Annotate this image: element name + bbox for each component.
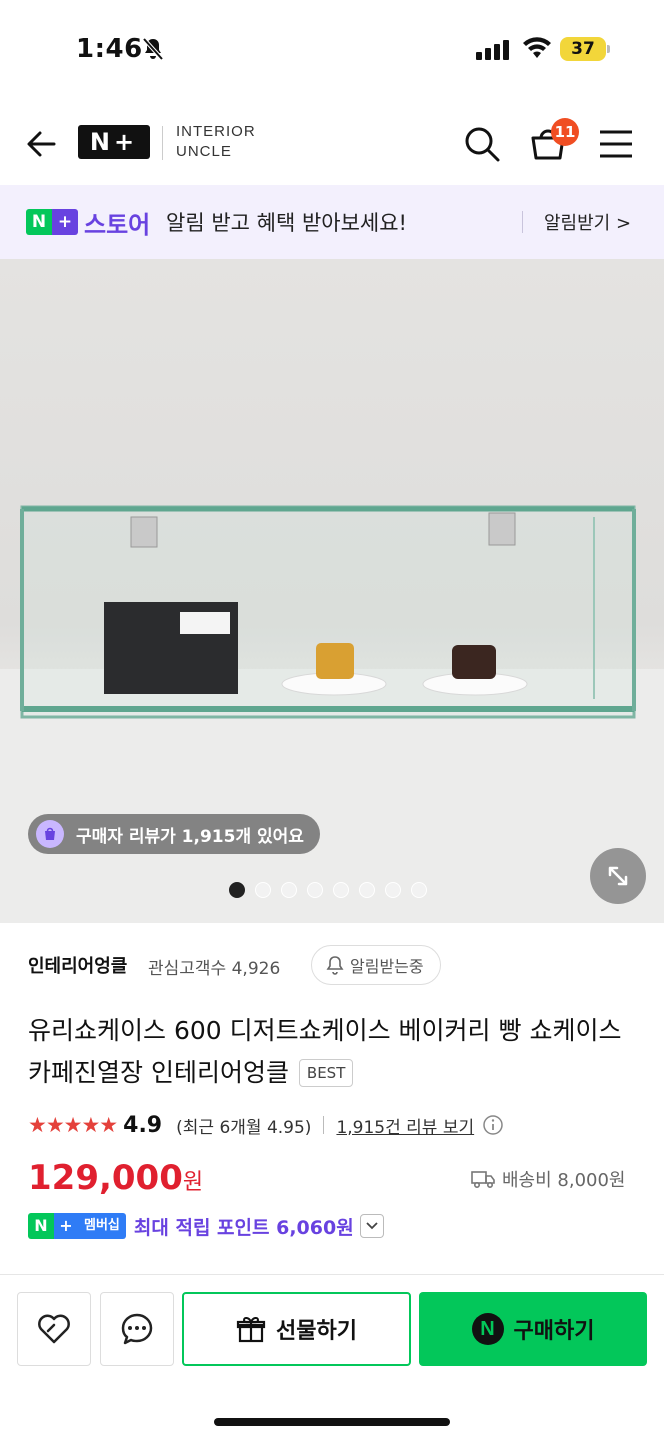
carousel-dot[interactable] xyxy=(411,882,427,898)
bell-check-icon xyxy=(326,956,344,975)
follower-count: 관심고객수 4,926 xyxy=(148,959,281,979)
membership-points[interactable]: N + 멤버십 최대 적립 포인트 6,060원 xyxy=(28,1212,384,1240)
carousel-dot[interactable] xyxy=(359,882,375,898)
rating-divider xyxy=(323,1116,325,1134)
gift-button-label: 선물하기 xyxy=(276,1319,357,1344)
notification-toggle-label: 알림받는중 xyxy=(350,957,424,976)
seller-name[interactable]: 인테리어엉클 xyxy=(28,952,127,978)
expand-points-button[interactable] xyxy=(359,1214,384,1238)
notification-banner[interactable]: N + 스토어 알림 받고 혜택 받아보세요! 알림받기 > xyxy=(0,185,664,259)
buy-button-label: 구매하기 xyxy=(513,1319,595,1344)
n-plus-badge: N + xyxy=(26,209,78,235)
chevron-down-icon xyxy=(366,1222,378,1230)
cart-count-badge: 11 xyxy=(551,118,579,146)
review-count-pill[interactable]: 구매자 리뷰가 1,915개 있어요 xyxy=(28,814,320,854)
truck-icon xyxy=(471,1171,495,1189)
get-notifications-link[interactable]: 알림받기 > xyxy=(544,209,631,235)
banner-divider xyxy=(522,211,523,233)
expand-image-button[interactable] xyxy=(590,848,646,904)
carousel-dot[interactable] xyxy=(385,882,401,898)
home-indicator xyxy=(214,1418,450,1426)
purple-bag-icon xyxy=(36,820,64,848)
battery-tip xyxy=(607,45,610,53)
recent-rating: (최근 6개월 4.95) xyxy=(176,1117,312,1138)
heart-outline-icon xyxy=(38,1314,70,1344)
banner-message: 알림 받고 혜택 받아보세요! xyxy=(166,211,407,235)
wishlist-button[interactable] xyxy=(17,1292,91,1366)
product-title: 유리쇼케이스 600 디저트쇼케이스 베이커리 빵 쇼케이스 카페진열장 인테리… xyxy=(28,1010,638,1094)
wifi-icon xyxy=(523,37,551,58)
carousel-indicator xyxy=(229,882,427,898)
review-pill-text: 구매자 리뷰가 1,915개 있어요 xyxy=(76,826,304,847)
carousel-dot[interactable] xyxy=(255,882,271,898)
hamburger-menu-icon[interactable] xyxy=(598,128,634,160)
search-icon[interactable] xyxy=(462,124,502,164)
price-value: 129,000 xyxy=(28,1158,183,1198)
status-time: 1:46 xyxy=(76,34,143,64)
rating-score: 4.9 xyxy=(123,1112,163,1138)
carousel-dot[interactable] xyxy=(281,882,297,898)
plus-sign: + xyxy=(52,209,78,235)
n-letter: N xyxy=(26,209,52,235)
shipping-fee: 배송비 8,000원 xyxy=(470,1166,626,1192)
signal-icon xyxy=(476,40,509,60)
notification-toggle-button[interactable]: 알림받는중 xyxy=(311,945,441,985)
carousel-dot[interactable] xyxy=(229,882,245,898)
expand-arrows-icon xyxy=(608,866,628,886)
gift-button[interactable]: 선물하기 xyxy=(182,1292,411,1366)
best-badge: BEST xyxy=(298,1059,354,1087)
max-points-text: 최대 적립 포인트 6,060원 xyxy=(133,1216,354,1239)
top-navigation: N+ INTERIOR UNCLE 11 xyxy=(0,100,664,185)
shipping-fee-text: 배송비 8,000원 xyxy=(502,1170,626,1191)
star-rating-icons: ★★★★★ xyxy=(28,1113,118,1137)
store-brand[interactable]: INTERIOR UNCLE xyxy=(176,122,256,162)
status-bar: 1:46 37 xyxy=(0,0,664,100)
rating-row: ★★★★★ 4.9 (최근 6개월 4.95) 1,915건 리뷰 보기 xyxy=(28,1110,504,1140)
info-icon[interactable] xyxy=(482,1114,504,1136)
purchase-action-bar: 선물하기 N 구매하기 xyxy=(0,1274,664,1440)
carousel-dot[interactable] xyxy=(307,882,323,898)
n-plus-logo[interactable]: N+ xyxy=(78,125,150,159)
chat-bubble-icon xyxy=(121,1313,153,1345)
back-arrow-icon[interactable] xyxy=(22,124,62,164)
price-currency: 원 xyxy=(182,1170,204,1195)
membership-label: 멤버십 xyxy=(78,1213,126,1239)
store-label: 스토어 xyxy=(84,211,151,239)
brand-line-1: INTERIOR xyxy=(176,123,256,140)
view-reviews-link[interactable]: 1,915건 리뷰 보기 xyxy=(336,1113,474,1138)
product-price: 129,000원 xyxy=(28,1158,203,1198)
battery-indicator: 37 xyxy=(560,37,606,61)
membership-n: N xyxy=(28,1213,54,1239)
brand-line-2: UNCLE xyxy=(176,143,232,160)
carousel-dot[interactable] xyxy=(333,882,349,898)
talk-talk-button[interactable] xyxy=(100,1292,174,1366)
gift-box-icon xyxy=(236,1316,266,1343)
logo-divider xyxy=(162,126,163,160)
naver-pay-icon: N xyxy=(471,1313,504,1345)
membership-badge: N + 멤버십 xyxy=(28,1213,126,1239)
buy-button[interactable]: N 구매하기 xyxy=(419,1292,647,1366)
silent-bell-icon xyxy=(142,37,164,61)
membership-plus: + xyxy=(54,1213,78,1239)
product-image-carousel[interactable]: 구매자 리뷰가 1,915개 있어요 xyxy=(0,259,664,923)
